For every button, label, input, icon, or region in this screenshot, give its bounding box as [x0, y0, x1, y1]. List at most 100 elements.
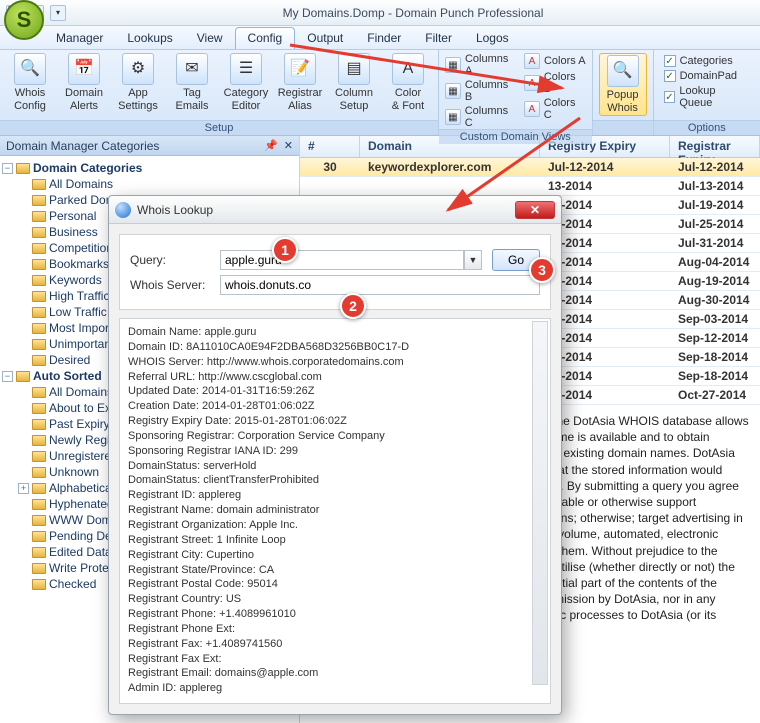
tree-node[interactable]: Unimportant [49, 337, 114, 351]
tab-output[interactable]: Output [295, 27, 355, 49]
option-lookup-queue[interactable]: ✓Lookup Queue [664, 85, 750, 109]
ribbon: 🔍WhoisConfig📅DomainAlerts⚙AppSettings✉Ta… [0, 50, 760, 136]
folder-icon [32, 179, 46, 190]
app-menu-button[interactable]: S [4, 0, 44, 40]
dialog-close-button[interactable]: ✕ [515, 201, 555, 219]
ribbon-whois-config-button[interactable]: 🔍WhoisConfig [6, 53, 54, 112]
folder-icon [32, 419, 46, 430]
icon: 📅 [68, 53, 100, 85]
whois-server-input[interactable] [220, 275, 540, 295]
popup-whois-icon: 🔍 [607, 55, 639, 87]
whois-output[interactable]: Domain Name: apple.guru Domain ID: 8A110… [119, 318, 551, 704]
ribbon-domain-alerts-button[interactable]: 📅DomainAlerts [60, 53, 108, 112]
tree-node[interactable]: Domain Categories [33, 161, 142, 175]
table-row[interactable]: 13-2014Jul-13-2014 [300, 177, 760, 196]
tab-view[interactable]: View [185, 27, 235, 49]
tree-node[interactable]: Alphabetical [49, 481, 114, 495]
col-registrar-expiry[interactable]: Registrar Expiry [670, 136, 760, 157]
tree-title: Domain Manager Categories [6, 139, 159, 153]
ribbon-tabs: ManagerLookupsViewConfigOutputFinderFilt… [0, 26, 760, 50]
icon: ☰ [230, 53, 262, 85]
ribbon-category-editor-button[interactable]: ☰CategoryEditor [222, 53, 270, 112]
query-input[interactable] [220, 250, 464, 270]
folder-icon [32, 547, 46, 558]
folder-icon [32, 499, 46, 510]
tree-node[interactable]: Unknown [49, 465, 99, 479]
tree-node[interactable]: Desired [49, 353, 90, 367]
tree-node[interactable]: Business [49, 225, 98, 239]
popup-whois-button[interactable]: 🔍 Popup Whois [599, 53, 647, 116]
ribbon-tag-emails-button[interactable]: ✉TagEmails [168, 53, 216, 112]
folder-icon [16, 163, 30, 174]
columns-icon: ▦ [445, 83, 461, 99]
folder-icon [32, 259, 46, 270]
tree-node[interactable]: Personal [49, 209, 96, 223]
window-title: My Domains.Domp - Domain Punch Professio… [72, 6, 754, 20]
tree-node[interactable]: All Domains [49, 177, 113, 191]
ribbon-app-settings-button[interactable]: ⚙AppSettings [114, 53, 162, 112]
folder-icon [32, 451, 46, 462]
folder-icon [32, 227, 46, 238]
tab-logos[interactable]: Logos [464, 27, 521, 49]
tab-config[interactable]: Config [235, 27, 296, 49]
checkbox-icon: ✓ [664, 91, 676, 103]
folder-icon [32, 483, 46, 494]
tree-node[interactable]: Past Expiry [49, 417, 110, 431]
group-caption-cdv: Custom Domain Views [439, 129, 592, 144]
cdv-colors-b[interactable]: AColors B [524, 71, 586, 95]
tree-pin-icon[interactable]: 📌 [264, 139, 278, 152]
tab-filter[interactable]: Filter [413, 27, 464, 49]
icon: ✉ [176, 53, 208, 85]
ribbon-group-custom-views: ▦Columns A▦Columns B▦Columns C AColors A… [439, 50, 593, 135]
tree-node[interactable]: Low Traffic [49, 305, 107, 319]
checkbox-icon: ✓ [664, 55, 676, 67]
tree-node[interactable]: High Traffic [49, 289, 109, 303]
tab-lookups[interactable]: Lookups [115, 27, 184, 49]
colors-icon: A [524, 53, 540, 69]
qat-dropdown-icon[interactable]: ▾ [50, 5, 66, 21]
tab-finder[interactable]: Finder [355, 27, 413, 49]
cdv-columns-b[interactable]: ▦Columns B [445, 79, 518, 103]
tree-node[interactable]: Checked [49, 577, 96, 591]
cdv-columns-c[interactable]: ▦Columns C [445, 105, 518, 129]
tree-node[interactable]: Keywords [49, 273, 102, 287]
tab-manager[interactable]: Manager [44, 27, 115, 49]
tree-node[interactable]: Edited Data [49, 545, 112, 559]
folder-icon [32, 579, 46, 590]
columns-icon: ▦ [445, 109, 461, 125]
ribbon-color-font-button[interactable]: AColor& Font [384, 53, 432, 112]
query-dropdown-icon[interactable]: ▼ [464, 250, 482, 270]
option-categories[interactable]: ✓Categories [664, 55, 750, 67]
folder-icon [32, 211, 46, 222]
scrollbar-thumb[interactable] [535, 323, 547, 365]
tree-node[interactable]: Auto Sorted [33, 369, 102, 383]
callout-3: 3 [529, 257, 555, 283]
dialog-titlebar: Whois Lookup ✕ [109, 196, 561, 224]
folder-icon [32, 355, 46, 366]
table-row[interactable]: 30keywordexplorer.comJul-12-2014Jul-12-2… [300, 158, 760, 177]
popup-whois-label: Popup Whois [601, 89, 645, 114]
cdv-columns-a[interactable]: ▦Columns A [445, 53, 518, 77]
cdv-colors-c[interactable]: AColors C [524, 97, 586, 121]
cdv-colors-a[interactable]: AColors A [524, 53, 586, 69]
tree-expand-icon[interactable]: + [18, 483, 29, 494]
tree-close-icon[interactable]: ✕ [284, 139, 293, 152]
whois-lookup-dialog: Whois Lookup ✕ Query: ▼ Go Whois Server:… [108, 195, 562, 715]
tree-collapse-icon[interactable]: − [2, 371, 13, 382]
col-number[interactable]: # [300, 136, 360, 157]
folder-icon [32, 387, 46, 398]
option-domainpad[interactable]: ✓DomainPad [664, 70, 750, 82]
tree-node[interactable]: Hyphenated [49, 497, 114, 511]
group-caption-options: Options [654, 120, 760, 135]
folder-icon [32, 243, 46, 254]
folder-icon [32, 563, 46, 574]
tree-collapse-icon[interactable]: − [2, 163, 13, 174]
tree-node[interactable]: Bookmarks [49, 257, 109, 271]
tree-node[interactable]: Competition [49, 241, 113, 255]
tree-node[interactable]: All Domains [49, 385, 113, 399]
ribbon-column-setup-button[interactable]: ▤ColumnSetup [330, 53, 378, 112]
folder-icon [32, 307, 46, 318]
ribbon-registrar-alias-button[interactable]: 📝RegistrarAlias [276, 53, 324, 112]
callout-1: 1 [272, 237, 298, 263]
tree-header: Domain Manager Categories 📌 ✕ [0, 136, 299, 156]
